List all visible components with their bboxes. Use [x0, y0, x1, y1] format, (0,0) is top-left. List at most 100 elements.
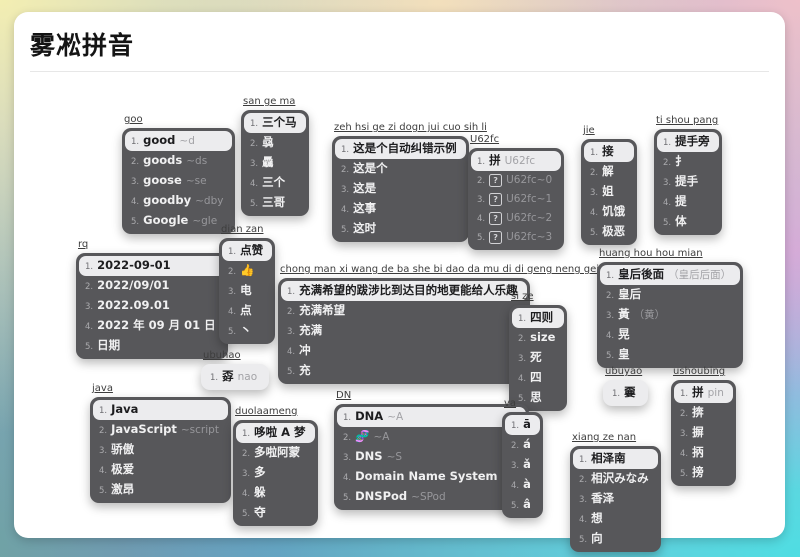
candidate-item[interactable]: 1. 三个马	[244, 113, 306, 133]
candidate-text: 极爱	[111, 462, 135, 476]
candidate-item[interactable]: 5. 搒	[674, 463, 733, 483]
candidate-item[interactable]: 2. 🧬 ~A	[337, 427, 526, 447]
candidate-item[interactable]: 5. 激昂	[93, 480, 228, 500]
candidate-number: 2.	[341, 165, 350, 175]
candidate-item[interactable]: 2. size	[512, 328, 564, 348]
candidate-item[interactable]: 4. 三个	[244, 173, 306, 193]
candidate-item[interactable]: 5. 体	[657, 212, 719, 232]
candidate-item[interactable]: 3. goose ~se	[125, 171, 232, 191]
candidate-item[interactable]: 3. DNS ~S	[337, 447, 526, 467]
candidate-text: 三个	[262, 175, 286, 189]
candidate-item[interactable]: 2. 多啦阿蒙	[236, 443, 315, 463]
candidate-item[interactable]: 2. 解	[584, 162, 634, 182]
candidate-item[interactable]: 5. â	[505, 495, 540, 515]
candidate-item[interactable]: 1. 哆啦 A 梦	[236, 423, 315, 443]
candidate-item[interactable]: 5. 三哥	[244, 193, 306, 213]
candidate-item[interactable]: 3. 姐	[584, 182, 634, 202]
candidate-item[interactable]: 2. goods ~ds	[125, 151, 232, 171]
candidate-item[interactable]: 2.? U62fc~0	[471, 171, 561, 190]
candidate-item[interactable]: 1. 点赞	[222, 241, 273, 261]
candidate-item[interactable]: 1. 四则	[512, 308, 565, 328]
candidate-item[interactable]: 4. 晃	[600, 325, 740, 345]
candidate-number: 4.	[99, 466, 108, 476]
candidate-item[interactable]: 1. ā	[505, 415, 540, 435]
candidate-item[interactable]: 3. 2022.09.01	[79, 296, 225, 316]
candidate-item[interactable]: 3. 香泽	[573, 489, 658, 509]
candidate-item[interactable]: 3. 驫	[244, 153, 306, 173]
candidate-item[interactable]: 4. à	[505, 475, 540, 495]
candidate-text: 皇后後面	[618, 267, 665, 281]
candidate-item[interactable]: 5.? U62fc~3	[471, 228, 561, 247]
candidate-item[interactable]: 3. 充满	[281, 321, 527, 341]
candidate-item[interactable]: 5. DNSPod ~SPod	[337, 487, 526, 507]
candidate-item[interactable]: 4. 这事	[335, 199, 466, 219]
candidate-item[interactable]: 4. 四	[512, 368, 564, 388]
candidate-item[interactable]: 1. 充满希望的跋涉比到达目的地更能给人乐趣	[281, 281, 527, 301]
candidate-number: 3.	[242, 469, 251, 479]
candidate-item[interactable]: 4. 点	[222, 301, 272, 321]
candidate-item[interactable]: 4. 冲	[281, 341, 527, 361]
candidate-item[interactable]: 3. 多	[236, 463, 315, 483]
candidate-item[interactable]: 2. 充满希望	[281, 301, 527, 321]
candidate-item[interactable]: 1. 相泽南	[573, 449, 658, 469]
candidate-item[interactable]: 4.Domain Name System~S	[337, 467, 526, 487]
candidate-item[interactable]: 4.? U62fc~2	[471, 209, 561, 228]
candidate-item[interactable]: 5. 极恶	[584, 222, 634, 242]
candidate-item[interactable]: 4. 想	[573, 509, 658, 529]
candidate-item[interactable]: 1. 拼 pin	[674, 383, 733, 403]
candidate-item[interactable]: 2. JavaScript ~script	[93, 420, 228, 440]
candidate-item[interactable]: 4. 抦	[674, 443, 733, 463]
candidate-number: 4.	[287, 347, 296, 357]
candidate-item[interactable]: 1. 接	[584, 142, 635, 162]
candidate-number: 1.	[606, 271, 615, 281]
candidate-item[interactable]: 2. á	[505, 435, 540, 455]
candidate-item[interactable]: 4. 极爱	[93, 460, 228, 480]
candidate-item[interactable]: 5. 丶	[222, 321, 272, 341]
candidate-item[interactable]: 4. goodby ~dby	[125, 191, 232, 211]
candidate-item[interactable]: 4. 饥饿	[584, 202, 634, 222]
candidate-item[interactable]: 1. 嫑	[606, 383, 645, 403]
candidate-item[interactable]: 2. 扌	[657, 152, 719, 172]
candidate-item[interactable]: 1. 2022-09-01	[79, 256, 225, 276]
candidate-item[interactable]: 3. 骄傲	[93, 440, 228, 460]
candidate-item[interactable]: 1. 这是个自动纠错示例	[335, 139, 466, 159]
candidate-item[interactable]: 4. 躲	[236, 483, 315, 503]
candidate-number: 1.	[99, 406, 108, 416]
candidate-item[interactable]: 5. 这时	[335, 219, 466, 239]
candidate-text: 摒	[692, 425, 704, 439]
candidate-item[interactable]: 2. 骉	[244, 133, 306, 153]
candidate-number: 3.	[131, 177, 140, 187]
candidate-item[interactable]: 3. 这是	[335, 179, 466, 199]
candidate-item[interactable]: 5. 夺	[236, 503, 315, 523]
candidate-item[interactable]: 3. 提手	[657, 172, 719, 192]
candidate-item[interactable]: 3. 电	[222, 281, 272, 301]
candidate-item[interactable]: 3. ǎ	[505, 455, 540, 475]
candidate-item[interactable]: 2. 2022/09/01	[79, 276, 225, 296]
candidate-item[interactable]: 4. 提	[657, 192, 719, 212]
candidate-item[interactable]: 2. 皇后	[600, 285, 740, 305]
candidate-item[interactable]: 5. 皇	[600, 345, 740, 365]
candidate-item[interactable]: 1. 皇后後面 （皇后后面）	[600, 265, 741, 285]
candidate-item[interactable]: 2. 这是个	[335, 159, 466, 179]
candidate-item[interactable]: 1. 拼 U62fc	[471, 151, 562, 171]
candidate-item[interactable]: 2. 👍	[222, 261, 272, 281]
candidate-item[interactable]: 3. 摒	[674, 423, 733, 443]
candidate-item[interactable]: 1. Java	[93, 400, 228, 420]
candidate-item[interactable]: 3. 死	[512, 348, 564, 368]
candidate-item[interactable]: 1. 提手旁	[657, 132, 719, 152]
candidate-number: 2.	[343, 433, 352, 443]
candidate-item[interactable]: 3.? U62fc~1	[471, 190, 561, 209]
candidate-item[interactable]: 4. 2022 年 09 月 01 日	[79, 316, 225, 336]
candidate-item[interactable]: 5. 充	[281, 361, 527, 381]
candidate-number: 4.	[85, 322, 94, 332]
candidate-text: 这是	[353, 181, 377, 195]
candidate-item[interactable]: 5. Google ~gle	[125, 211, 232, 231]
candidate-text: 冲	[299, 343, 311, 357]
candidate-text: goods	[143, 153, 183, 167]
candidate-item[interactable]: 2. 相沢みなみ	[573, 469, 658, 489]
candidate-item[interactable]: 2. 捹	[674, 403, 733, 423]
candidate-item[interactable]: 5. 向	[573, 529, 658, 549]
candidate-item[interactable]: 1. good ~d	[125, 131, 233, 151]
candidate-item[interactable]: 3. 黃（黄）	[600, 305, 740, 325]
candidate-item[interactable]: 1. DNA ~A	[337, 407, 526, 427]
